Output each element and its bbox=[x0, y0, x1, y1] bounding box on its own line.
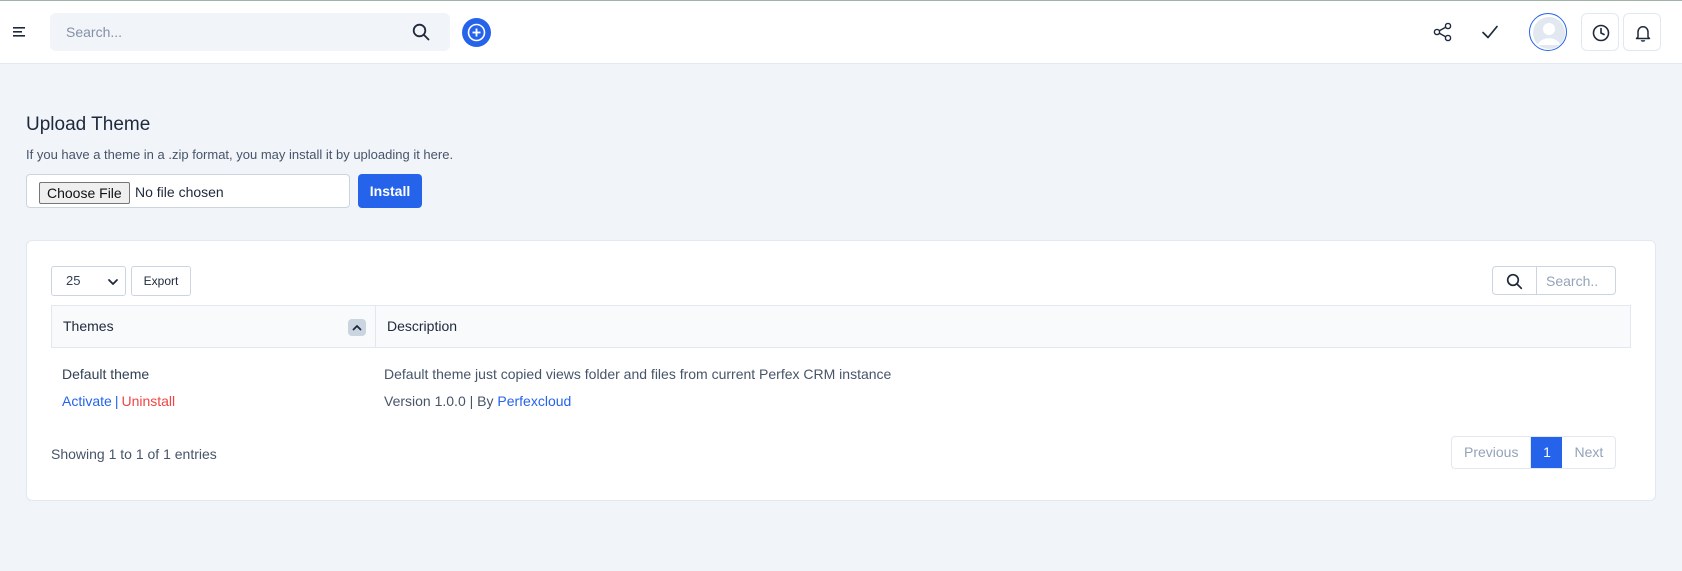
table-search-input[interactable] bbox=[1536, 266, 1616, 295]
column-label-themes: Themes bbox=[63, 318, 114, 334]
theme-name: Default theme bbox=[62, 366, 150, 382]
uninstall-link[interactable]: Uninstall bbox=[121, 393, 175, 409]
next-page-button[interactable]: Next bbox=[1562, 437, 1615, 468]
entries-info: Showing 1 to 1 of 1 entries bbox=[51, 446, 217, 462]
page-number-button[interactable]: 1 bbox=[1531, 437, 1563, 468]
share-icon[interactable] bbox=[1432, 21, 1454, 43]
column-header-description[interactable]: Description bbox=[376, 306, 1630, 347]
table-search-button[interactable] bbox=[1492, 266, 1537, 295]
export-button[interactable]: Export bbox=[131, 266, 191, 296]
activate-link[interactable]: Activate bbox=[62, 393, 112, 409]
table-header: Themes Description bbox=[51, 305, 1631, 348]
column-header-themes[interactable]: Themes bbox=[52, 306, 376, 347]
search-icon[interactable] bbox=[412, 23, 430, 41]
check-icon[interactable] bbox=[1479, 21, 1501, 43]
page-title: Upload Theme bbox=[26, 114, 151, 135]
sort-up-icon bbox=[348, 319, 366, 336]
avatar[interactable] bbox=[1529, 13, 1567, 51]
plus-icon bbox=[467, 23, 486, 42]
upload-help-text: If you have a theme in a .zip format, yo… bbox=[26, 147, 454, 162]
column-label-description: Description bbox=[387, 318, 458, 334]
theme-description: Default theme just copied views folder a… bbox=[384, 366, 892, 382]
pagination: Previous 1 Next bbox=[1451, 436, 1617, 469]
page-size-select[interactable]: 25 bbox=[51, 266, 126, 296]
search-icon bbox=[1506, 273, 1523, 290]
header-search bbox=[50, 13, 450, 51]
clock-icon bbox=[1592, 24, 1610, 42]
menu-icon[interactable] bbox=[12, 25, 28, 39]
author-link[interactable]: Perfexcloud bbox=[497, 393, 571, 409]
themes-panel: 25 Export Themes Description Default the… bbox=[26, 240, 1656, 501]
action-separator: | bbox=[114, 393, 119, 409]
row-actions: Activate | Uninstall bbox=[62, 393, 175, 409]
version-text: Version 1.0.0 | By bbox=[384, 393, 498, 409]
bell-icon bbox=[1635, 26, 1651, 42]
chevron-down-icon bbox=[108, 279, 118, 285]
file-status-text: No file chosen bbox=[135, 184, 224, 200]
choose-file-button[interactable]: Choose File bbox=[39, 182, 130, 204]
previous-page-button[interactable]: Previous bbox=[1452, 437, 1532, 468]
page-size-value: 25 bbox=[66, 273, 81, 288]
timers-button[interactable] bbox=[1581, 13, 1619, 51]
theme-version: Version 1.0.0 | By Perfexcloud bbox=[384, 393, 571, 409]
avatar-icon bbox=[1533, 17, 1565, 49]
header-search-input[interactable] bbox=[50, 13, 450, 51]
install-button[interactable]: Install bbox=[358, 174, 422, 208]
file-input[interactable]: Choose File No file chosen bbox=[26, 174, 350, 208]
top-header bbox=[0, 0, 1682, 64]
notifications-button[interactable] bbox=[1623, 13, 1661, 51]
quick-add-button[interactable] bbox=[462, 18, 491, 47]
